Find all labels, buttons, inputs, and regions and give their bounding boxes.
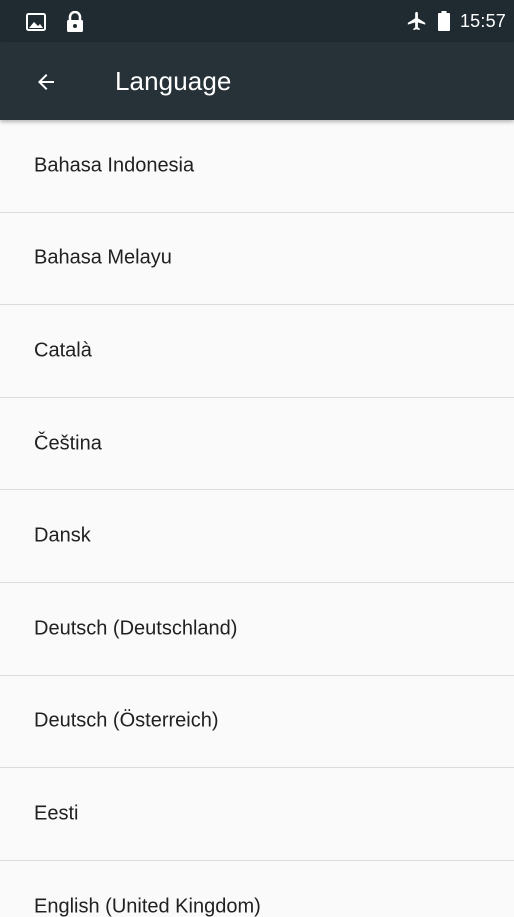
- language-item[interactable]: Eesti: [0, 768, 514, 861]
- language-label: Deutsch (Österreich): [34, 709, 219, 732]
- language-item[interactable]: English (United Kingdom): [0, 861, 514, 917]
- language-label: Dansk: [34, 524, 91, 547]
- language-item[interactable]: Deutsch (Österreich): [0, 676, 514, 769]
- language-settings-screen: 15:57 Language Bahasa Indonesia Bahasa M…: [0, 0, 514, 917]
- language-item[interactable]: Dansk: [0, 490, 514, 583]
- language-label: Català: [34, 339, 92, 362]
- language-label: English (United Kingdom): [34, 895, 261, 917]
- language-label: Bahasa Melayu: [34, 246, 172, 269]
- toolbar: Language: [0, 42, 514, 120]
- language-label: Deutsch (Deutschland): [34, 617, 238, 640]
- status-left-icons: [26, 11, 84, 33]
- status-time: 15:57: [459, 10, 506, 31]
- arrow-left-icon: [34, 70, 58, 94]
- language-item[interactable]: Català: [0, 305, 514, 398]
- language-label: Eesti: [34, 802, 79, 825]
- language-label: Bahasa Indonesia: [34, 154, 195, 177]
- image-icon: [26, 13, 46, 31]
- language-item[interactable]: Deutsch (Deutschland): [0, 583, 514, 676]
- status-bar: 15:57: [0, 0, 514, 42]
- lock-icon: [66, 11, 84, 33]
- status-right-icons: 15:57: [406, 10, 506, 32]
- battery-icon: [437, 11, 450, 31]
- page-title: Language: [115, 66, 232, 96]
- language-label: Čeština: [34, 432, 102, 455]
- language-item[interactable]: Bahasa Melayu: [0, 213, 514, 306]
- language-list: Bahasa Indonesia Bahasa Melayu Català Če…: [0, 120, 514, 917]
- back-button[interactable]: [26, 62, 66, 102]
- language-item[interactable]: Čeština: [0, 398, 514, 491]
- language-item[interactable]: Bahasa Indonesia: [0, 120, 514, 213]
- airplane-icon: [406, 10, 428, 32]
